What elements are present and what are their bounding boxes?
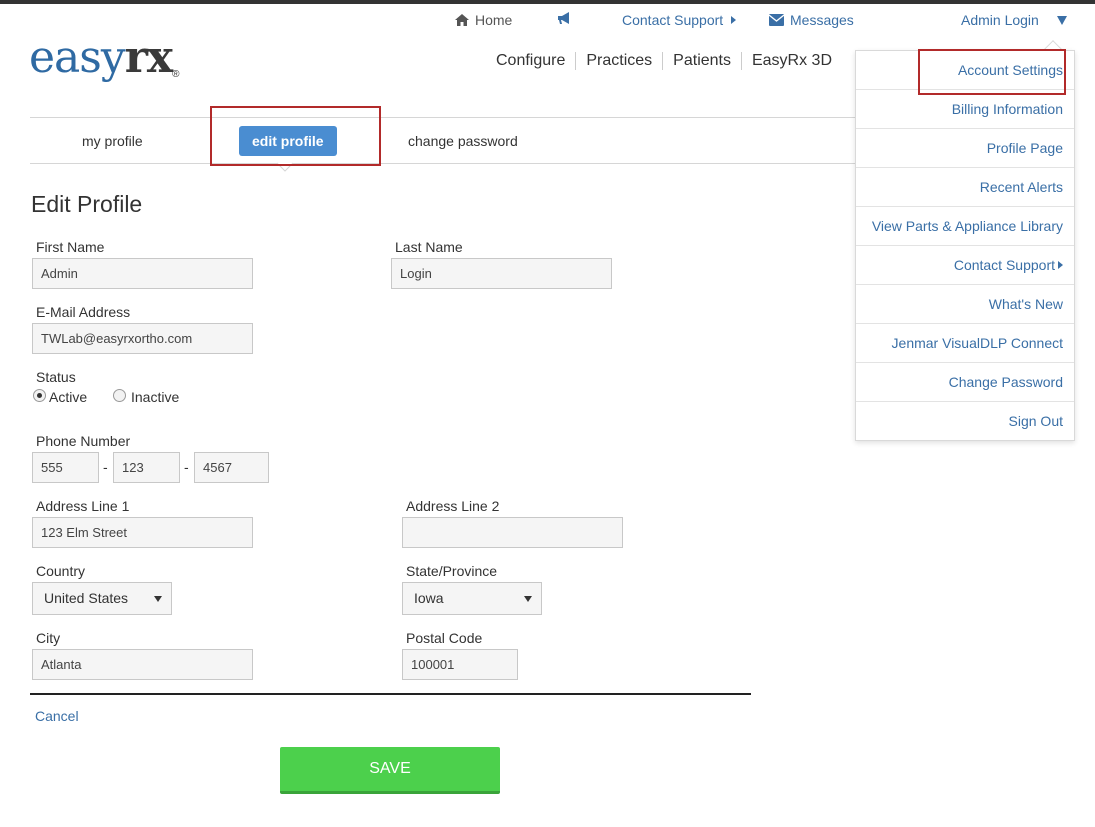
caret-down-icon: [1056, 15, 1067, 25]
main-nav: Configure Practices Patients EasyRx 3D: [486, 52, 842, 70]
caret-right-icon: [1058, 261, 1063, 269]
tab-change-password[interactable]: change password: [408, 133, 518, 149]
contact-support-link[interactable]: Contact Support: [622, 12, 737, 28]
messages-label: Messages: [790, 12, 854, 28]
status-active-label: Active: [49, 389, 88, 405]
logo-part1: easy: [29, 32, 126, 83]
megaphone-icon: [558, 12, 569, 24]
menu-item-billing-information[interactable]: Billing Information: [856, 90, 1074, 129]
menu-item-contact-support[interactable]: Contact Support: [856, 246, 1074, 285]
nav-easyrx-3d[interactable]: EasyRx 3D: [742, 52, 842, 70]
menu-item-contact-support-label: Contact Support: [953, 257, 1055, 273]
home-label: Home: [475, 12, 513, 28]
email-label: E-Mail Address: [36, 304, 131, 320]
save-button[interactable]: SAVE: [280, 747, 500, 794]
country-value: United States: [44, 590, 129, 606]
announcements-button[interactable]: [557, 12, 572, 25]
last-name-input[interactable]: Login: [391, 258, 612, 289]
nav-patients[interactable]: Patients: [663, 52, 742, 70]
phone-label: Phone Number: [36, 433, 131, 449]
phone-prefix-input[interactable]: 123: [113, 452, 180, 483]
admin-menu-toggle[interactable]: Admin Login: [961, 12, 1067, 28]
menu-item-parts-library[interactable]: View Parts & Appliance Library: [856, 207, 1074, 246]
phone-separator: -: [103, 459, 108, 475]
state-select[interactable]: Iowa: [402, 582, 542, 615]
contact-support-label: Contact Support: [622, 12, 724, 28]
last-name-label: Last Name: [395, 239, 463, 255]
logo-registered: ®: [172, 69, 179, 80]
form-divider: [30, 693, 751, 695]
address1-input[interactable]: 123 Elm Street: [32, 517, 253, 548]
menu-item-whats-new[interactable]: What's New: [856, 285, 1074, 324]
subnav-top-border: [30, 117, 855, 118]
city-input[interactable]: Atlanta: [32, 649, 253, 680]
city-label: City: [36, 630, 61, 646]
easyrx-logo[interactable]: easyrx®: [29, 36, 180, 80]
menu-item-sign-out[interactable]: Sign Out: [856, 402, 1074, 441]
account-settings-highlight: [918, 49, 1066, 95]
address1-label: Address Line 1: [36, 498, 130, 514]
envelope-icon: [769, 14, 784, 26]
menu-item-jenmar-connect[interactable]: Jenmar VisualDLP Connect: [856, 324, 1074, 363]
chevron-down-icon: [524, 596, 532, 602]
phone-area-input[interactable]: 555: [32, 452, 99, 483]
nav-practices[interactable]: Practices: [576, 52, 664, 70]
cancel-link[interactable]: Cancel: [35, 708, 79, 724]
postal-code-input[interactable]: 100001: [402, 649, 518, 680]
top-border: [0, 0, 1095, 4]
nav-configure[interactable]: Configure: [486, 52, 577, 70]
subnav-bottom-border: [30, 163, 855, 164]
postal-code-label: Postal Code: [406, 630, 483, 646]
address2-input[interactable]: [402, 517, 623, 548]
home-icon: [455, 14, 469, 26]
tab-my-profile[interactable]: my profile: [82, 133, 143, 149]
state-value: Iowa: [414, 590, 444, 606]
status-inactive-radio[interactable]: [113, 389, 126, 402]
first-name-input[interactable]: Admin: [32, 258, 253, 289]
state-label: State/Province: [406, 563, 498, 579]
phone-separator: -: [184, 459, 189, 475]
status-active-radio[interactable]: [33, 389, 46, 402]
home-link[interactable]: Home: [455, 12, 512, 28]
logo-part2: rx: [124, 32, 173, 83]
country-label: Country: [36, 563, 86, 579]
status-inactive-label: Inactive: [131, 389, 180, 405]
first-name-label: First Name: [36, 239, 105, 255]
address2-label: Address Line 2: [406, 498, 500, 514]
admin-dropdown-menu: Account Settings Billing Information Pro…: [855, 40, 1075, 441]
menu-item-recent-alerts[interactable]: Recent Alerts: [856, 168, 1074, 207]
country-select[interactable]: United States: [32, 582, 172, 615]
email-input[interactable]: TWLab@easyrxortho.com: [32, 323, 253, 354]
messages-link[interactable]: Messages: [769, 12, 854, 28]
admin-label: Admin Login: [961, 12, 1039, 28]
page-title: Edit Profile: [31, 191, 143, 217]
caret-right-icon: [731, 16, 737, 24]
phone-line-input[interactable]: 4567: [194, 452, 269, 483]
chevron-down-icon: [154, 596, 162, 602]
edit-profile-highlight: [210, 106, 381, 166]
menu-item-profile-page[interactable]: Profile Page: [856, 129, 1074, 168]
status-label: Status: [36, 369, 76, 385]
menu-item-change-password[interactable]: Change Password: [856, 363, 1074, 402]
